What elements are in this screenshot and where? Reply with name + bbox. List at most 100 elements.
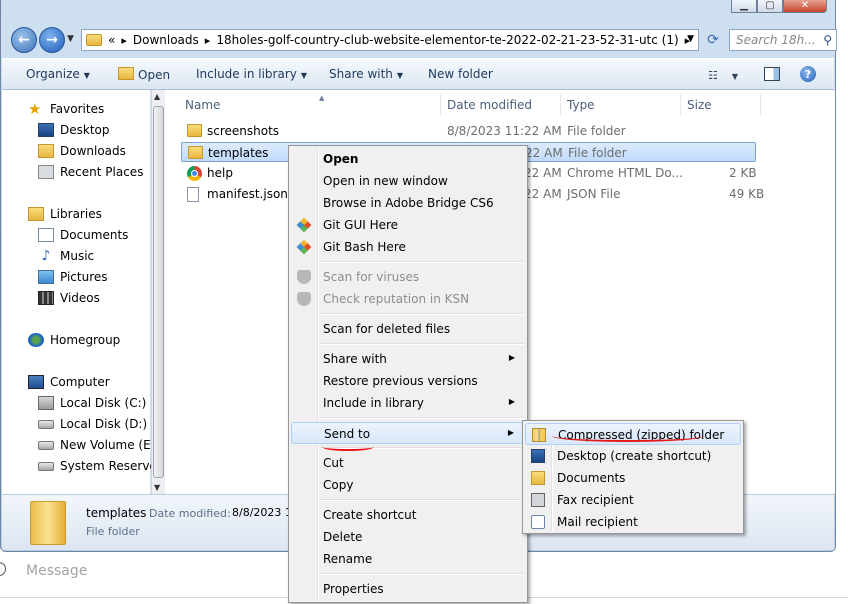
include-in-library-button[interactable]: Include in library ▼ bbox=[196, 67, 307, 81]
nav-label: Documents bbox=[60, 228, 129, 242]
include-in-library-label: Include in library bbox=[196, 67, 297, 81]
nav-system-reserved[interactable]: System Reserved bbox=[38, 456, 164, 476]
menu-label: Mail recipient bbox=[557, 515, 638, 529]
menu-delete[interactable]: Delete bbox=[291, 526, 525, 548]
new-folder-button[interactable]: New folder bbox=[428, 67, 493, 81]
file-name: screenshots bbox=[207, 124, 280, 138]
zip-folder-icon bbox=[532, 428, 546, 442]
nav-computer[interactable]: Computer bbox=[28, 372, 110, 392]
scroll-down-arrow[interactable]: ▼ bbox=[154, 483, 160, 492]
scroll-thumb[interactable] bbox=[153, 106, 164, 478]
search-input[interactable]: Search 18h... ⚲ bbox=[729, 29, 837, 51]
nav-label: Recent Places bbox=[60, 165, 144, 179]
menu-browse-adobe-bridge[interactable]: Browse in Adobe Bridge CS6 bbox=[291, 192, 525, 214]
breadcrumb-separator[interactable]: ▸ bbox=[205, 34, 211, 47]
scroll-up-arrow[interactable]: ▲ bbox=[154, 92, 160, 101]
search-icon[interactable]: ⚲ bbox=[823, 33, 832, 47]
menu-fax-recipient[interactable]: Fax recipient bbox=[525, 489, 741, 511]
address-overflow[interactable]: « bbox=[108, 33, 115, 47]
menu-cut[interactable]: Cut bbox=[291, 452, 525, 474]
menu-documents[interactable]: Documents bbox=[525, 467, 741, 489]
minimize-button[interactable]: ▁ bbox=[731, 0, 757, 13]
annotation-underline bbox=[322, 443, 374, 451]
menu-separator bbox=[320, 417, 524, 419]
open-button[interactable]: Open bbox=[118, 67, 170, 82]
menu-open-new-window[interactable]: Open in new window bbox=[291, 170, 525, 192]
menu-open[interactable]: Open bbox=[291, 148, 525, 170]
back-button[interactable]: ← bbox=[11, 27, 37, 53]
preview-pane-button[interactable] bbox=[764, 67, 780, 81]
column-name[interactable]: ▲ Name bbox=[179, 94, 441, 116]
arrow-left-icon: ← bbox=[18, 32, 30, 48]
menu-git-gui[interactable]: Git GUI Here bbox=[291, 214, 525, 236]
menu-separator bbox=[320, 343, 524, 345]
submenu-arrow-icon: ▶ bbox=[508, 397, 515, 406]
menu-copy[interactable]: Copy bbox=[291, 474, 525, 496]
nav-label: Computer bbox=[50, 375, 110, 389]
menu-rename[interactable]: Rename bbox=[291, 548, 525, 570]
menu-restore-versions[interactable]: Restore previous versions bbox=[291, 370, 525, 392]
column-size[interactable]: Size bbox=[681, 94, 761, 116]
nav-music[interactable]: ♪ Music bbox=[38, 246, 95, 266]
nav-libraries[interactable]: Libraries bbox=[28, 204, 102, 224]
pictures-icon bbox=[38, 270, 54, 284]
menu-include-library[interactable]: Include in library ▶ bbox=[291, 392, 525, 414]
nav-scrollbar[interactable]: ▲ ▼ bbox=[151, 90, 165, 494]
address-bar[interactable]: « ▸ Downloads ▸ 18holes-golf-country-clu… bbox=[81, 29, 699, 51]
nav-favorites[interactable]: ★ Favorites bbox=[28, 99, 104, 119]
add-icon[interactable] bbox=[0, 562, 6, 576]
drive-icon bbox=[38, 396, 54, 410]
refresh-button[interactable]: ⟳ bbox=[703, 30, 723, 50]
menu-send-to[interactable]: Send to ▶ bbox=[291, 422, 525, 444]
share-with-button[interactable]: Share with ▼ bbox=[329, 67, 403, 81]
breadcrumb-separator[interactable]: ▸ bbox=[121, 34, 127, 47]
menu-create-shortcut[interactable]: Create shortcut bbox=[291, 504, 525, 526]
menu-git-bash[interactable]: Git Bash Here bbox=[291, 236, 525, 258]
videos-icon bbox=[38, 291, 54, 305]
file-name: templates bbox=[208, 146, 269, 160]
column-date-modified[interactable]: Date modified bbox=[441, 94, 561, 116]
address-dropdown[interactable]: ▼ bbox=[687, 34, 694, 44]
menu-scan-deleted-files[interactable]: Scan for deleted files bbox=[291, 318, 525, 340]
organize-button[interactable]: Organize ▼ bbox=[26, 67, 90, 81]
close-button[interactable]: ✕ bbox=[783, 0, 827, 13]
maximize-button[interactable]: ▢ bbox=[757, 0, 783, 13]
breadcrumb-downloads[interactable]: Downloads bbox=[133, 33, 199, 47]
message-input[interactable]: Message bbox=[26, 563, 87, 579]
menu-scan-viruses[interactable]: Scan for viruses bbox=[291, 266, 525, 288]
column-type[interactable]: Type bbox=[561, 94, 681, 116]
file-row[interactable]: screenshots 8/8/2023 11:22 AM File folde… bbox=[181, 121, 756, 141]
window-controls: ▁ ▢ ✕ bbox=[731, 0, 827, 13]
menu-properties[interactable]: Properties bbox=[291, 578, 525, 600]
submenu-arrow-icon: ▶ bbox=[507, 428, 514, 437]
homegroup-icon bbox=[28, 333, 44, 347]
nav-desktop[interactable]: Desktop bbox=[38, 120, 110, 140]
navigation-bar: ← → ▼ « ▸ Downloads ▸ 18holes-golf-count… bbox=[9, 26, 837, 54]
help-button[interactable]: ? bbox=[800, 66, 816, 82]
menu-label: Open bbox=[323, 152, 359, 166]
view-options-button[interactable]: ☷ ▼ bbox=[708, 69, 738, 82]
menu-label: Fax recipient bbox=[557, 493, 634, 507]
breadcrumb-current-folder[interactable]: 18holes-golf-country-club-website-elemen… bbox=[216, 33, 678, 47]
nav-documents[interactable]: Documents bbox=[38, 225, 128, 245]
menu-desktop-shortcut[interactable]: Desktop (create shortcut) bbox=[525, 445, 741, 467]
menu-check-reputation[interactable]: Check reputation in KSN bbox=[291, 288, 525, 310]
nav-downloads[interactable]: Downloads bbox=[38, 141, 126, 161]
desktop-icon bbox=[38, 123, 54, 137]
nav-recent-places[interactable]: Recent Places bbox=[38, 162, 143, 182]
nav-homegroup[interactable]: Homegroup bbox=[28, 330, 120, 350]
nav-videos[interactable]: Videos bbox=[38, 288, 100, 308]
nav-pictures[interactable]: Pictures bbox=[38, 267, 108, 287]
menu-share-with[interactable]: Share with ▶ bbox=[291, 348, 525, 370]
nav-local-disk-c[interactable]: Local Disk (C:) bbox=[38, 393, 146, 413]
annotation-underline bbox=[552, 430, 704, 442]
recent-pages-dropdown[interactable]: ▼ bbox=[67, 34, 74, 44]
nav-new-volume-e[interactable]: New Volume (E:) bbox=[38, 435, 159, 455]
menu-mail-recipient[interactable]: Mail recipient bbox=[525, 511, 741, 533]
column-label: Date modified bbox=[447, 98, 533, 112]
nav-label: Music bbox=[60, 249, 95, 263]
forward-button[interactable]: → bbox=[39, 27, 65, 53]
nav-local-disk-d[interactable]: Local Disk (D:) bbox=[38, 414, 147, 434]
nav-label: Libraries bbox=[50, 207, 102, 221]
drive-icon bbox=[38, 440, 54, 450]
